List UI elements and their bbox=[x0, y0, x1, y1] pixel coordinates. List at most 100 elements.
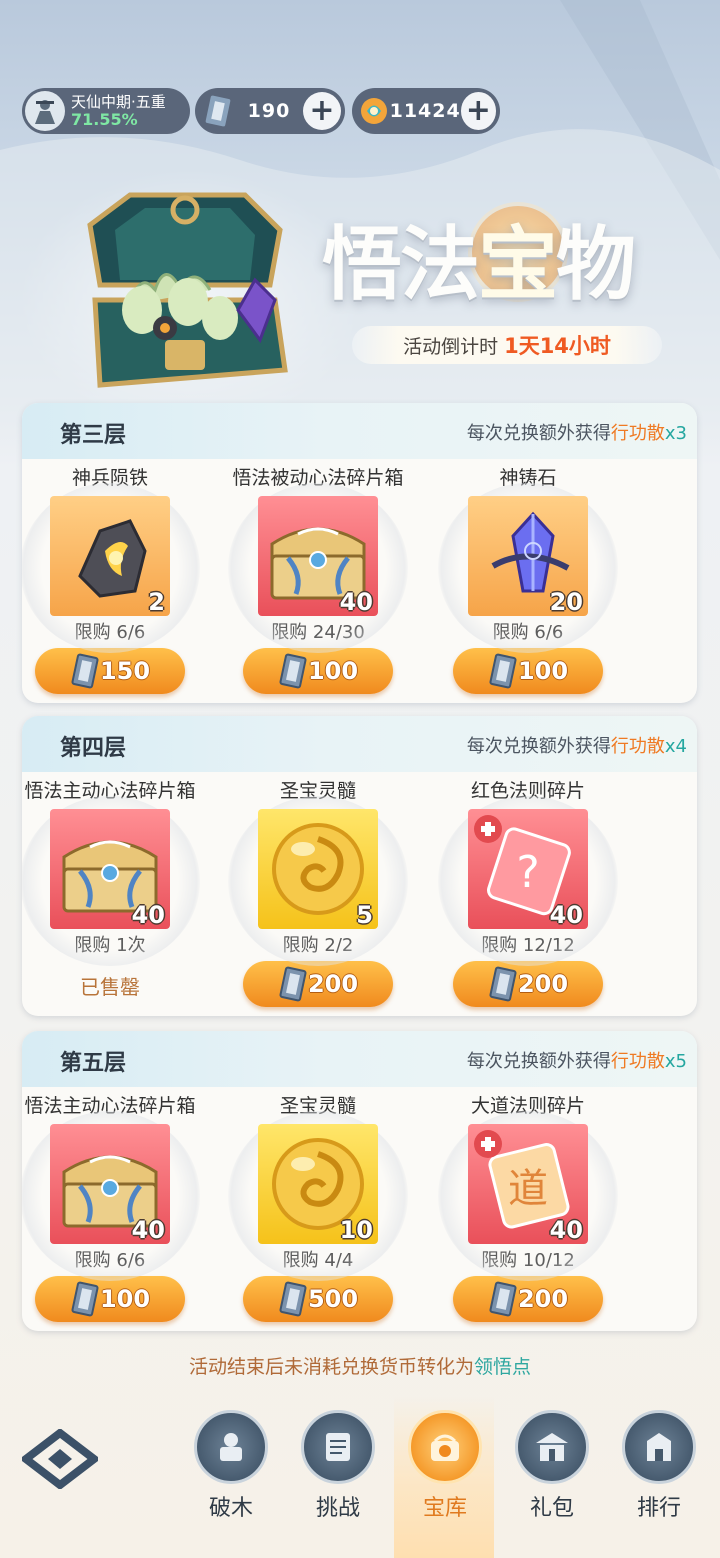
buy-button[interactable]: 200 bbox=[243, 961, 393, 1007]
buy-price: 500 bbox=[307, 1285, 359, 1313]
tier-header: 第三层 每次兑换额外获得行功散x3 bbox=[22, 403, 697, 459]
token-ticket-icon bbox=[279, 966, 307, 1002]
conversion-note: 活动结束后未消耗兑换货币转化为领悟点 bbox=[188, 1356, 532, 1378]
immortal-avatar-icon bbox=[35, 100, 55, 124]
shop-item: 悟法主动心法碎片箱 40 限购 1次 已售罄 bbox=[22, 776, 220, 1000]
shop-item: 悟法被动心法碎片箱 40 限购 24/30 100 bbox=[208, 463, 428, 694]
nav-tab[interactable]: 礼包 bbox=[502, 1410, 602, 1522]
shop-item: 悟法主动心法碎片箱 40 限购 6/6 100 bbox=[22, 1091, 220, 1322]
player-avatar bbox=[25, 91, 65, 131]
tier-header: 第四层 每次兑换额外获得行功散x4 bbox=[22, 716, 697, 772]
item-card[interactable]: 2 bbox=[50, 496, 170, 616]
currency-coin: 11424 + bbox=[352, 88, 500, 134]
buy-button[interactable]: 100 bbox=[453, 648, 603, 694]
token-ticket-icon bbox=[489, 1281, 517, 1317]
buy-price: 200 bbox=[307, 970, 359, 998]
item-quantity: 40 bbox=[339, 588, 373, 616]
tier-header: 第五层 每次兑换额外获得行功散x5 bbox=[22, 1031, 697, 1087]
shop-item: 大道法则碎片 道 40 限购 10/12 200 bbox=[418, 1091, 638, 1322]
shop-item: 红色法则碎片 ? 40 限购 12/12 200 bbox=[418, 776, 638, 1007]
token-ticket-icon bbox=[489, 653, 517, 689]
nav-tab-label: 宝库 bbox=[422, 1496, 467, 1521]
ranking-icon bbox=[622, 1410, 696, 1484]
tier-bonus: 每次兑换额外获得行功散x5 bbox=[466, 1051, 687, 1072]
shop-item: 圣宝灵髓 10 限购 4/4 500 bbox=[208, 1091, 428, 1322]
tier-bonus: 每次兑换额外获得行功散x4 bbox=[466, 736, 687, 757]
buy-button[interactable]: 150 bbox=[35, 648, 185, 694]
item-quantity: 40 bbox=[131, 901, 165, 929]
item-quantity: 40 bbox=[131, 1216, 165, 1244]
token-ticket-icon bbox=[489, 966, 517, 1002]
item-card[interactable]: 5 bbox=[258, 809, 378, 929]
shop-item: 神铸石 20 限购 6/6 100 bbox=[418, 463, 638, 694]
nav-tab[interactable]: 排行 bbox=[609, 1410, 709, 1522]
buy-price: 100 bbox=[307, 657, 359, 685]
bottom-nav: 破木 挑战 宝库 礼包 排行 bbox=[0, 1395, 720, 1558]
add-ticket-button[interactable]: + bbox=[303, 92, 341, 130]
buy-price: 100 bbox=[517, 657, 569, 685]
item-quantity: 40 bbox=[549, 1216, 583, 1244]
treasure-chest-illustration bbox=[70, 190, 310, 400]
nav-tab[interactable]: 宝库 bbox=[395, 1410, 495, 1522]
item-card[interactable]: ? 40 bbox=[468, 809, 588, 929]
buy-price: 100 bbox=[99, 1285, 151, 1313]
token-ticket-icon bbox=[279, 653, 307, 689]
token-ticket-icon bbox=[279, 1281, 307, 1317]
nav-tab-label: 排行 bbox=[636, 1496, 681, 1521]
token-ticket-icon bbox=[71, 653, 99, 689]
tier-name: 第五层 bbox=[60, 1051, 127, 1076]
item-card[interactable]: 40 bbox=[50, 1124, 170, 1244]
home-logo-icon bbox=[19, 1427, 101, 1491]
item-card[interactable]: 20 bbox=[468, 496, 588, 616]
nav-tab[interactable]: 挑战 bbox=[288, 1410, 388, 1522]
item-card[interactable]: 40 bbox=[50, 809, 170, 929]
scroll-icon bbox=[301, 1410, 375, 1484]
add-coin-button[interactable]: + bbox=[460, 92, 496, 130]
event-title-part1: 悟法 bbox=[322, 217, 480, 311]
item-quantity: 40 bbox=[549, 901, 583, 929]
coin-amount: 11424 bbox=[389, 100, 461, 122]
buy-price: 200 bbox=[517, 1285, 569, 1313]
token-ticket-icon bbox=[201, 94, 235, 128]
tier-panel: 第三层 每次兑换额外获得行功散x3 神兵陨铁 2 限购 6/6 150 悟法被动… bbox=[22, 403, 697, 703]
gift-pavilion-icon bbox=[515, 1410, 589, 1484]
item-card[interactable]: 道 40 bbox=[468, 1124, 588, 1244]
tier-panel: 第四层 每次兑换额外获得行功散x4 悟法主动心法碎片箱 40 限购 1次 已售罄… bbox=[22, 716, 697, 1016]
buy-button[interactable]: 100 bbox=[243, 648, 393, 694]
nav-tab-label: 挑战 bbox=[315, 1496, 360, 1521]
event-title: 悟法 宝物 bbox=[322, 200, 702, 311]
countdown-value: 1天14小时 bbox=[504, 334, 611, 358]
countdown-label: 活动倒计时 bbox=[403, 335, 499, 358]
nav-tab[interactable]: 破木 bbox=[181, 1410, 281, 1522]
item-quantity: 10 bbox=[339, 1216, 373, 1244]
buy-price: 150 bbox=[99, 657, 151, 685]
spirit-coin-icon bbox=[358, 94, 390, 128]
currency-ticket: 190 + bbox=[195, 88, 345, 134]
item-card[interactable]: 40 bbox=[258, 496, 378, 616]
shop-item: 神兵陨铁 2 限购 6/6 150 bbox=[22, 463, 220, 694]
event-countdown: 活动倒计时 1天14小时 bbox=[352, 326, 662, 364]
buy-button[interactable]: 200 bbox=[453, 1276, 603, 1322]
realm-progress: 71.55% bbox=[71, 110, 138, 129]
tier-name: 第四层 bbox=[60, 736, 127, 761]
item-quantity: 5 bbox=[356, 901, 373, 929]
svg-text:道: 道 bbox=[508, 1166, 548, 1212]
ticket-amount: 190 bbox=[247, 100, 291, 122]
tier-bonus: 每次兑换额外获得行功散x3 bbox=[466, 423, 687, 444]
tier-name: 第三层 bbox=[60, 423, 127, 448]
buy-button[interactable]: 500 bbox=[243, 1276, 393, 1322]
nav-tab-label: 破木 bbox=[208, 1496, 253, 1521]
event-title-seal-char: 宝 bbox=[472, 200, 564, 316]
home-button[interactable] bbox=[19, 1427, 101, 1491]
shop-item: 圣宝灵髓 5 限购 2/2 200 bbox=[208, 776, 428, 1007]
buy-button[interactable]: 100 bbox=[35, 1276, 185, 1322]
nav-tab-label: 礼包 bbox=[529, 1496, 574, 1521]
realm-text: 天仙中期·五重 bbox=[71, 93, 166, 111]
tier-panel: 第五层 每次兑换额外获得行功散x5 悟法主动心法碎片箱 40 限购 6/6 10… bbox=[22, 1031, 697, 1331]
treasury-icon bbox=[408, 1410, 482, 1484]
player-realm-badge[interactable]: 天仙中期·五重 71.55% bbox=[22, 88, 190, 134]
svg-text:?: ? bbox=[516, 847, 539, 898]
item-card[interactable]: 10 bbox=[258, 1124, 378, 1244]
item-quantity: 2 bbox=[148, 588, 165, 616]
buy-button[interactable]: 200 bbox=[453, 961, 603, 1007]
